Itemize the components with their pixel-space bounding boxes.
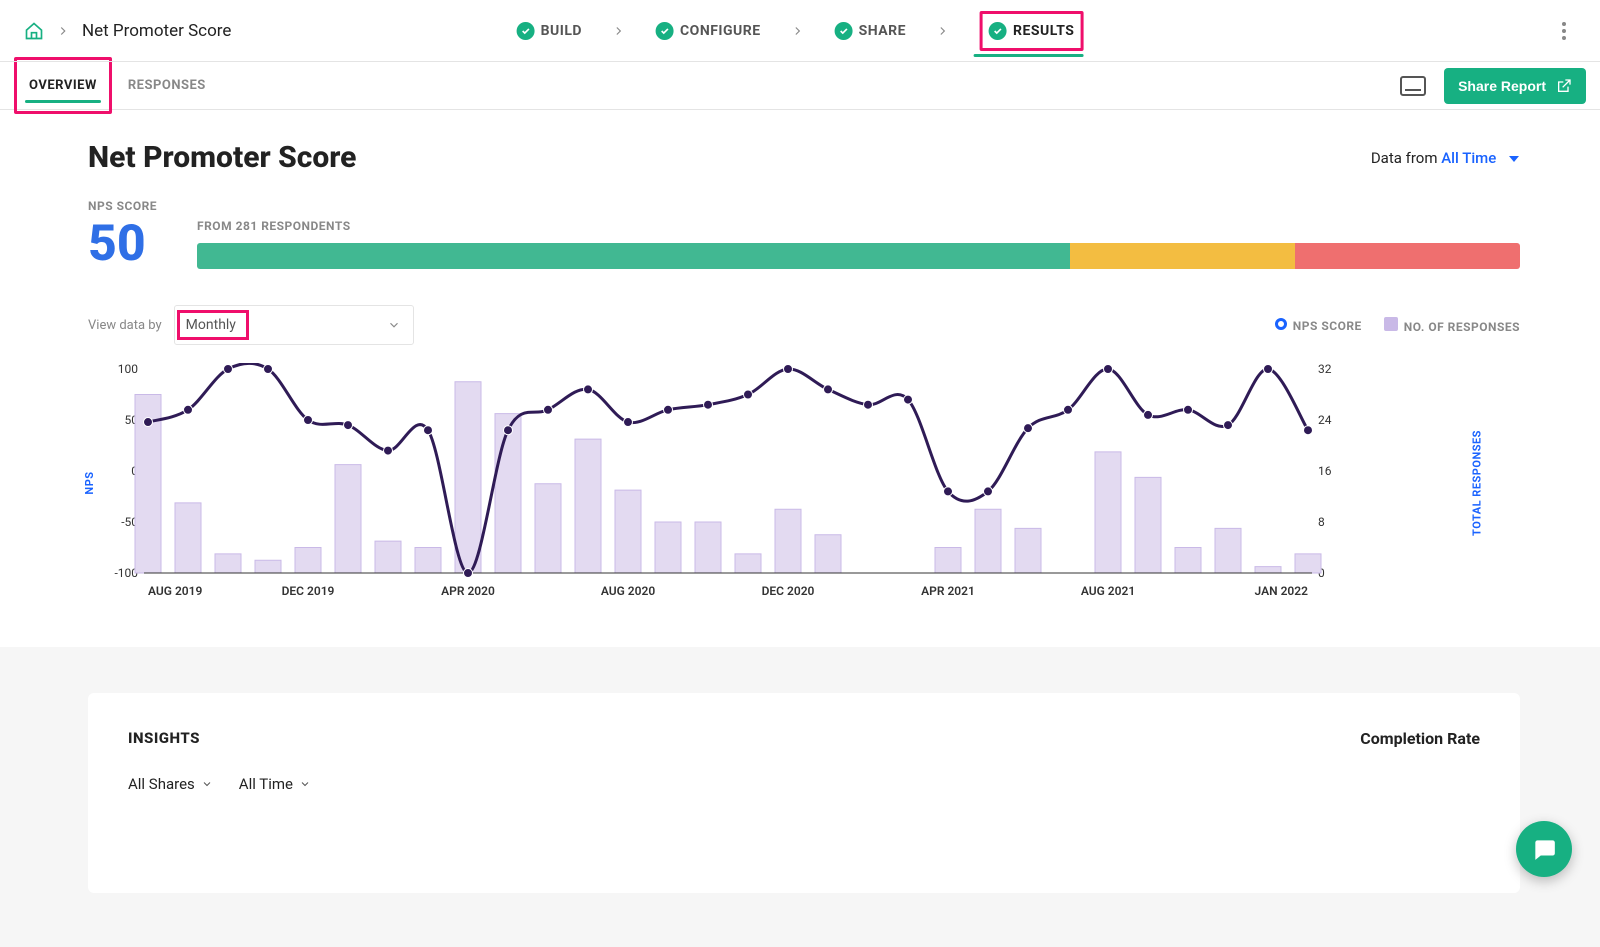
circle-icon bbox=[1275, 318, 1287, 330]
caret-down-icon bbox=[1508, 154, 1520, 164]
svg-text:DEC 2019: DEC 2019 bbox=[282, 584, 335, 598]
title-row: Net Promoter Score Data from All Time bbox=[88, 140, 1520, 175]
main: Net Promoter Score Data from All Time NP… bbox=[0, 110, 1600, 603]
segment bbox=[1295, 243, 1520, 269]
viewby-left: View data by Monthly bbox=[88, 305, 414, 345]
respondents-block: FROM 281 RESPONDENTS bbox=[197, 219, 1520, 269]
step-configure[interactable]: CONFIGURE bbox=[656, 6, 761, 56]
step-results[interactable]: RESULTS bbox=[989, 16, 1074, 46]
viewby-row: View data by Monthly NPS SCORE NO. OF RE… bbox=[88, 305, 1520, 345]
segment bbox=[197, 243, 1070, 269]
svg-text:24: 24 bbox=[1318, 413, 1332, 427]
svg-text:8: 8 bbox=[1318, 515, 1325, 529]
step-underline bbox=[973, 54, 1083, 57]
step-build[interactable]: BUILD bbox=[517, 6, 582, 56]
step-label: CONFIGURE bbox=[680, 23, 761, 39]
svg-text:DEC 2020: DEC 2020 bbox=[762, 584, 815, 598]
home-icon[interactable] bbox=[24, 21, 44, 41]
step-label: SHARE bbox=[859, 23, 906, 39]
svg-text:APR 2020: APR 2020 bbox=[441, 584, 495, 598]
filter-time[interactable]: All Time bbox=[239, 775, 311, 793]
chevron-down-icon bbox=[201, 778, 213, 790]
step-label: BUILD bbox=[541, 23, 582, 39]
breadcrumb-title: Net Promoter Score bbox=[82, 21, 231, 41]
chevron-right-icon bbox=[791, 24, 805, 38]
check-icon bbox=[517, 22, 535, 40]
data-from-filter[interactable]: Data from All Time bbox=[1371, 149, 1520, 167]
chart-legend: NPS SCORE NO. OF RESPONSES bbox=[1275, 317, 1520, 334]
score-block: NPS SCORE 50 bbox=[88, 199, 157, 269]
chevron-right-icon bbox=[612, 24, 626, 38]
svg-text:16: 16 bbox=[1318, 464, 1332, 478]
share-report-label: Share Report bbox=[1458, 78, 1546, 94]
chevron-down-icon bbox=[299, 778, 311, 790]
chat-icon bbox=[1531, 836, 1557, 862]
y-axis-right-label: TOTAL RESPONSES bbox=[1471, 430, 1484, 536]
insights-left: INSIGHTS All Shares All Time bbox=[128, 729, 311, 793]
step-results-highlight: RESULTS bbox=[980, 11, 1083, 51]
page-title: Net Promoter Score bbox=[88, 140, 356, 175]
check-icon bbox=[656, 22, 674, 40]
nps-chart: NPS -100-5005010008162432AUG 2019DEC 201… bbox=[88, 363, 1520, 603]
subtab-list: OVERVIEW RESPONSES bbox=[14, 62, 212, 109]
step-label: RESULTS bbox=[1013, 23, 1074, 39]
subtab-overview-highlight: OVERVIEW bbox=[14, 57, 112, 114]
insights-heading: INSIGHTS bbox=[128, 729, 311, 747]
step-share[interactable]: SHARE bbox=[835, 6, 906, 56]
data-from-value: All Time bbox=[1441, 149, 1496, 167]
svg-text:AUG 2021: AUG 2021 bbox=[1081, 584, 1135, 598]
subtab-responses[interactable]: RESPONSES bbox=[122, 66, 212, 105]
svg-text:JAN 2022: JAN 2022 bbox=[1255, 584, 1309, 598]
svg-text:AUG 2019: AUG 2019 bbox=[148, 584, 203, 598]
filter-shares[interactable]: All Shares bbox=[128, 775, 213, 793]
insights-card: INSIGHTS All Shares All Time Completion … bbox=[88, 693, 1520, 893]
data-from-label: Data from bbox=[1371, 149, 1438, 167]
more-menu-icon[interactable] bbox=[1556, 16, 1572, 46]
lower-section: INSIGHTS All Shares All Time Completion … bbox=[0, 647, 1600, 947]
chart-canvas: -100-5005010008162432AUG 2019DEC 2019APR… bbox=[88, 363, 1358, 603]
chevron-down-icon bbox=[387, 318, 401, 332]
check-icon bbox=[835, 22, 853, 40]
square-icon bbox=[1384, 317, 1398, 331]
svg-text:AUG 2020: AUG 2020 bbox=[601, 584, 656, 598]
svg-text:32: 32 bbox=[1318, 363, 1332, 376]
viewby-value-highlight: Monthly bbox=[177, 310, 249, 340]
y-axis-left-label: NPS bbox=[83, 471, 96, 494]
chat-fab[interactable] bbox=[1516, 821, 1572, 877]
presentation-mode-icon[interactable] bbox=[1400, 76, 1426, 96]
topbar: Net Promoter Score BUILD CONFIGURE SHARE… bbox=[0, 0, 1600, 62]
score-value: 50 bbox=[88, 219, 157, 269]
legend-responses: NO. OF RESPONSES bbox=[1384, 317, 1520, 334]
chevron-right-icon bbox=[936, 24, 950, 38]
score-row: NPS SCORE 50 FROM 281 RESPONDENTS bbox=[88, 199, 1520, 269]
export-icon bbox=[1556, 78, 1572, 94]
segment bbox=[1070, 243, 1295, 269]
respondents-label: FROM 281 RESPONDENTS bbox=[197, 219, 1520, 233]
subbar-actions: Share Report bbox=[1400, 68, 1586, 104]
step-nav: BUILD CONFIGURE SHARE RESULTS bbox=[517, 6, 1084, 56]
svg-text:APR 2021: APR 2021 bbox=[921, 584, 975, 598]
viewby-value: Monthly bbox=[186, 317, 236, 333]
completion-rate-label: Completion Rate bbox=[1360, 729, 1480, 748]
subtab-overview[interactable]: OVERVIEW bbox=[23, 66, 103, 105]
legend-nps: NPS SCORE bbox=[1275, 318, 1362, 333]
viewby-label: View data by bbox=[88, 318, 162, 333]
score-label: NPS SCORE bbox=[88, 199, 157, 213]
check-icon bbox=[989, 22, 1007, 40]
chevron-right-icon bbox=[56, 24, 70, 38]
nps-distribution-bar bbox=[197, 243, 1520, 269]
svg-text:100: 100 bbox=[118, 363, 138, 376]
share-report-button[interactable]: Share Report bbox=[1444, 68, 1586, 104]
subbar: OVERVIEW RESPONSES Share Report bbox=[0, 62, 1600, 110]
viewby-select[interactable]: Monthly bbox=[174, 305, 414, 345]
insight-filters: All Shares All Time bbox=[128, 775, 311, 793]
